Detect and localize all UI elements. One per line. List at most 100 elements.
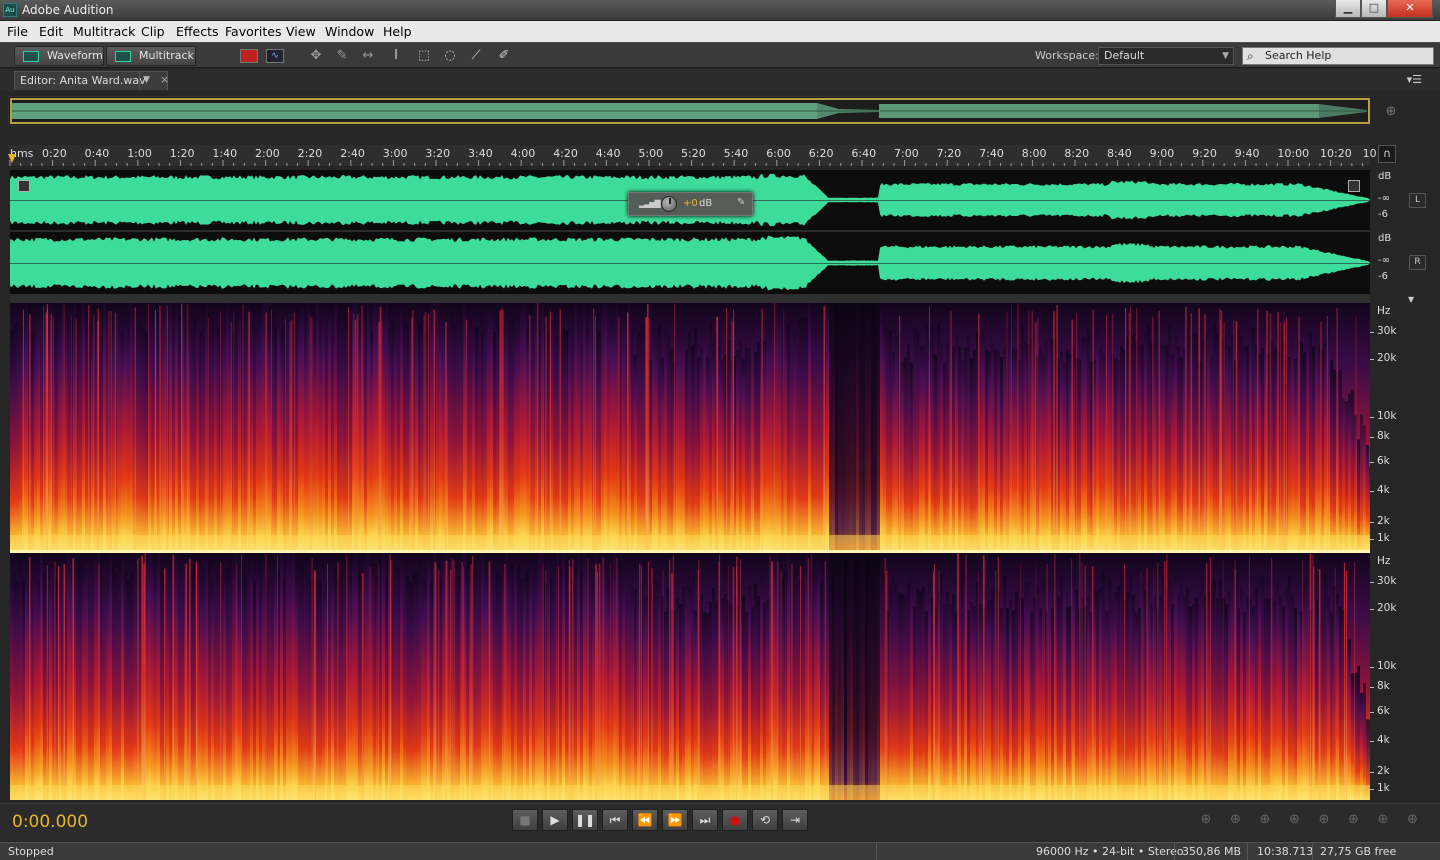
skip-selection-button[interactable]: ⇥ — [782, 809, 808, 831]
multitrack-view-button[interactable]: Multitrack — [106, 46, 196, 66]
menu-edit[interactable]: Edit — [39, 24, 63, 39]
maximize-button[interactable]: □ — [1361, 0, 1387, 18]
brush-selection-tool-icon[interactable]: ⟋ — [468, 48, 484, 64]
spectrogram-left — [10, 303, 1370, 550]
spot-healing-brush-icon[interactable]: ✐ — [496, 48, 512, 64]
time-ruler[interactable]: hms 0:20 0:40 1:00 1:20 1:40 2:00 2:20 2:40 3:00… — [8, 145, 1377, 167]
spectrum-column — [91, 322, 94, 550]
spectrum-column — [496, 573, 499, 800]
spectrum-transient — [1166, 561, 1167, 800]
record-button[interactable]: ● — [722, 809, 748, 831]
menu-window[interactable]: Window — [325, 24, 374, 39]
waveform-right-channel[interactable] — [10, 232, 1370, 294]
rewind-button[interactable]: ⏪ — [632, 809, 658, 831]
spectrum-column — [1225, 604, 1228, 800]
slip-tool-icon[interactable]: ↔ — [360, 48, 376, 64]
volume-knob[interactable] — [661, 196, 677, 212]
menu-multitrack[interactable]: Multitrack — [73, 24, 135, 39]
zoom-out-time-icon[interactable]: ⊕ — [1285, 812, 1305, 830]
loop-button[interactable]: ⟲ — [752, 809, 778, 831]
spectrum-column — [709, 323, 712, 550]
status-bar: Stopped 96000 Hz • 24-bit • Stereo 350,8… — [0, 842, 1440, 860]
spectral-pitch-icon[interactable]: ∿ — [266, 49, 284, 63]
spectrum-column — [904, 357, 907, 550]
overview-navigator[interactable] — [8, 96, 1370, 126]
spectrum-transient — [1037, 317, 1039, 550]
spectrum-column — [421, 308, 424, 550]
spectral-frequency-icon[interactable] — [240, 49, 258, 63]
spectrum-column — [1024, 341, 1027, 550]
zoom-in-time-icon[interactable]: ⊕ — [1255, 812, 1275, 830]
lasso-selection-tool-icon[interactable]: ◌ — [442, 48, 458, 64]
menu-clip[interactable]: Clip — [141, 24, 165, 39]
spectral-display-left[interactable] — [10, 303, 1370, 550]
pin-icon[interactable]: ✎ — [737, 197, 745, 208]
spectrum-column — [271, 558, 274, 800]
move-tool-icon[interactable]: ✥ — [308, 48, 324, 64]
spectrum-transient — [1269, 313, 1272, 550]
spectrum-column — [880, 308, 883, 550]
zoom-to-selection-icon[interactable]: ⊕ — [1382, 104, 1400, 120]
left-channel-toggle[interactable]: L — [1409, 193, 1426, 208]
spectrum-column — [79, 303, 82, 550]
menu-effects[interactable]: Effects — [176, 24, 219, 39]
fade-out-handle-icon[interactable] — [1348, 180, 1360, 192]
panel-menu-icon[interactable]: ▾☰ — [1407, 73, 1422, 86]
time-selection-tool-icon[interactable]: I — [388, 48, 404, 64]
spectrum-transient — [75, 318, 77, 550]
menu-view[interactable]: View — [286, 24, 316, 39]
spectrum-column — [1285, 587, 1288, 800]
close-window-button[interactable]: ✕ — [1387, 0, 1433, 18]
zoom-in-left-icon[interactable]: ⊕ — [1344, 812, 1364, 830]
zoom-out-amplitude-icon[interactable]: ⊕ — [1226, 812, 1246, 830]
right-channel-toggle[interactable]: R — [1409, 255, 1426, 270]
search-help-input[interactable]: ⌕ Search Help — [1242, 47, 1434, 65]
spectrum-transient — [1271, 558, 1273, 800]
menu-help[interactable]: Help — [383, 24, 412, 39]
spectrum-column — [556, 321, 559, 550]
spectrum-column — [490, 568, 493, 800]
pause-button[interactable]: ❚❚ — [572, 809, 598, 831]
spectrum-column — [520, 310, 523, 550]
waveform-view-button[interactable]: Waveform — [14, 46, 104, 66]
go-to-end-button[interactable]: ⏭ — [692, 809, 718, 831]
stop-button[interactable]: ■ — [512, 809, 538, 831]
menu-file[interactable]: File — [7, 24, 28, 39]
fade-in-handle-icon[interactable] — [18, 180, 30, 192]
hud-volume-value: +0 — [683, 198, 698, 209]
razor-tool-icon[interactable]: ✎ — [334, 48, 350, 64]
zoom-in-amplitude-icon[interactable]: ⊕ — [1196, 812, 1216, 830]
close-tab-icon[interactable]: × — [160, 71, 169, 88]
file-dropdown-icon[interactable]: ▼ — [143, 72, 150, 89]
spectrum-column — [1279, 596, 1282, 800]
workspace-select[interactable]: Default ▼ — [1098, 47, 1234, 65]
zoom-in-right-icon[interactable]: ⊕ — [1373, 812, 1393, 830]
spectrum-column — [622, 312, 625, 550]
spectrum-column — [1366, 445, 1369, 550]
playhead-marker[interactable] — [8, 154, 16, 163]
amplitude-hud[interactable]: ▂▃▅▇ +0 dB ✎ — [628, 192, 753, 216]
spectrum-transient — [1053, 554, 1056, 800]
spectrum-column — [1261, 574, 1264, 800]
go-to-start-button[interactable]: ⏮ — [602, 809, 628, 831]
tab-editor[interactable]: Editor: Anita Ward.wav ▼ × — [14, 71, 169, 90]
spectral-display-right[interactable] — [10, 553, 1370, 800]
spectrum-column — [1243, 346, 1246, 550]
zoom-to-selection-icon[interactable]: ⊕ — [1403, 812, 1423, 830]
play-button[interactable]: ▶ — [542, 809, 568, 831]
zoom-out-full-icon[interactable]: ⊕ — [1314, 812, 1334, 830]
spectrum-transient — [72, 558, 75, 800]
marquee-selection-tool-icon[interactable]: ⬚ — [416, 48, 432, 64]
spectrum-column — [160, 569, 163, 800]
spectrum-transient — [348, 307, 350, 550]
current-time-display[interactable]: 0:00.000 — [12, 812, 88, 832]
spectrum-column — [337, 317, 340, 550]
headphones-icon[interactable]: ∩ — [1378, 145, 1396, 163]
minimize-button[interactable]: ▁ — [1335, 0, 1361, 18]
waveform-resize-handle[interactable] — [10, 294, 1370, 303]
spectrum-column — [955, 334, 958, 550]
menu-favorites[interactable]: Favorites — [225, 24, 281, 39]
spectrum-column — [796, 555, 799, 800]
spectrum-column — [1288, 357, 1291, 550]
fast-forward-button[interactable]: ⏩ — [662, 809, 688, 831]
